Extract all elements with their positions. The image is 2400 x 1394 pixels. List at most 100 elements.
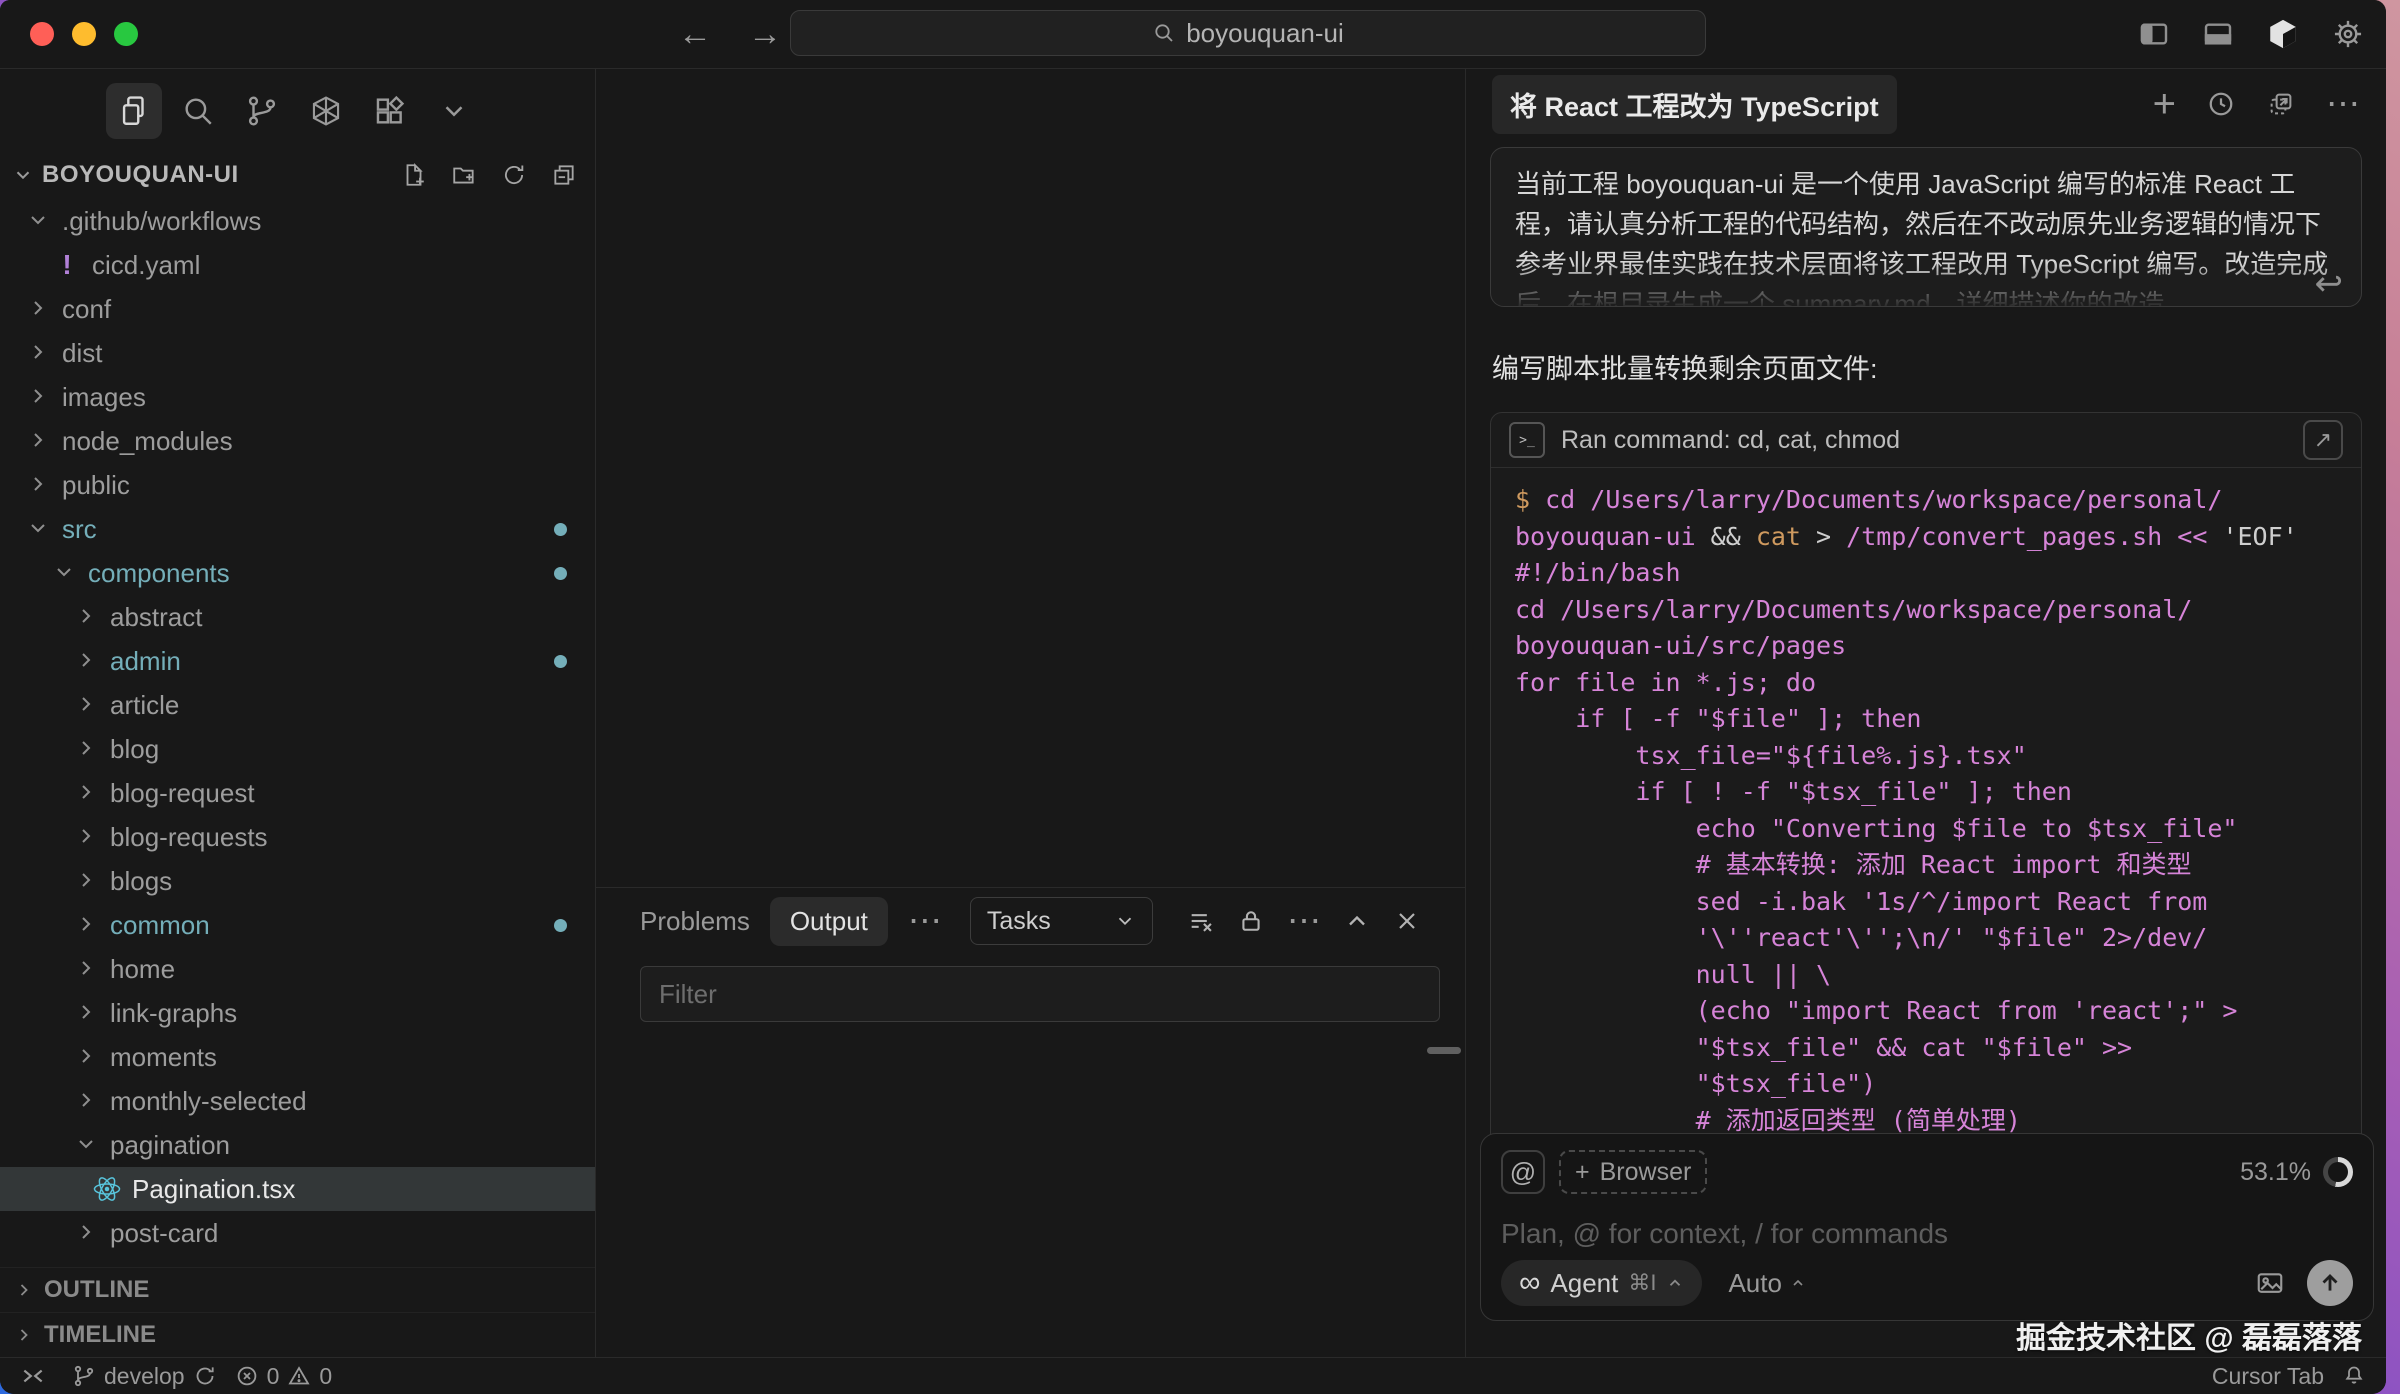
panel-more-icon[interactable]: ⋯	[1287, 904, 1321, 938]
tree-item-blog-request[interactable]: blog-request	[0, 771, 595, 815]
tree-item-admin[interactable]: admin	[0, 639, 595, 683]
more-panel-tabs-icon[interactable]: ⋯	[908, 904, 942, 938]
restore-checkpoint-icon[interactable]: ↩	[2315, 264, 2344, 304]
tree-item-public[interactable]: public	[0, 463, 595, 507]
tab-problems[interactable]: Problems	[640, 906, 750, 937]
attach-image-icon[interactable]	[2255, 1268, 2285, 1298]
project-name: boyouquan-ui	[1186, 18, 1344, 49]
react-file-icon	[92, 1174, 122, 1204]
window-controls	[30, 22, 138, 46]
cube-view-icon[interactable]	[298, 83, 354, 139]
editor-area[interactable]	[596, 69, 1465, 887]
command-center[interactable]: boyouquan-ui	[790, 10, 1706, 56]
more-views-icon[interactable]	[426, 83, 482, 139]
user-message-bubble[interactable]: 当前工程 boyouquan-ui 是一个使用 JavaScript 编写的标准…	[1490, 147, 2362, 307]
sidebar-section-timeline[interactable]: TIMELINE	[0, 1312, 595, 1357]
ran-command-block: >_ Ran command: cd, cat, chmod ↗ $ cd /U…	[1490, 412, 2362, 1148]
browser-context-chip[interactable]: + Browser	[1559, 1150, 1707, 1194]
refresh-icon[interactable]	[501, 162, 527, 188]
cursor-logo-icon[interactable]	[2266, 17, 2300, 51]
code-line: boyouquan-ui && cat > /tmp/convert_pages…	[1515, 519, 2337, 556]
chevron-right-icon	[26, 340, 52, 366]
explorer-view-icon[interactable]	[106, 83, 162, 139]
tree-item-node-modules[interactable]: node_modules	[0, 419, 595, 463]
tree-item-blog[interactable]: blog	[0, 727, 595, 771]
cursor-tab-status[interactable]: Cursor Tab	[2212, 1363, 2324, 1390]
forward-icon[interactable]: →	[748, 15, 782, 54]
zoom-window-button[interactable]	[114, 22, 138, 46]
chevron-right-icon	[26, 472, 52, 498]
open-in-terminal-icon[interactable]: ↗	[2303, 420, 2343, 460]
yaml-file-icon: !	[52, 250, 82, 280]
tree-item-monthly-selected[interactable]: monthly-selected	[0, 1079, 595, 1123]
search-view-icon[interactable]	[170, 83, 226, 139]
tree-item-dist[interactable]: dist	[0, 331, 595, 375]
tree-item-blogs[interactable]: blogs	[0, 859, 595, 903]
output-channel-value: Tasks	[987, 907, 1051, 936]
close-panel-icon[interactable]	[1393, 907, 1421, 935]
problems-status[interactable]: 0 0	[235, 1363, 333, 1390]
tree-item-link-graphs[interactable]: link-graphs	[0, 991, 595, 1035]
chat-tab-title[interactable]: 将 React 工程改为 TypeScript	[1492, 75, 1897, 134]
add-context-button[interactable]: @	[1501, 1150, 1545, 1194]
chevron-right-icon	[74, 1044, 100, 1070]
tree-item-article[interactable]: article	[0, 683, 595, 727]
chat-history-icon[interactable]	[2206, 89, 2236, 119]
lock-icon[interactable]	[1237, 907, 1265, 935]
output-filter-input[interactable]	[640, 966, 1440, 1022]
chat-input-box[interactable]: @ + Browser 53.1% Plan, @ for context, /…	[1480, 1133, 2374, 1321]
source-control-icon[interactable]	[234, 83, 290, 139]
chat-input-placeholder[interactable]: Plan, @ for context, / for commands	[1501, 1218, 2353, 1250]
tree-item-abstract[interactable]: abstract	[0, 595, 595, 639]
chevron-right-icon	[74, 912, 100, 938]
command-output[interactable]: $ cd /Users/larry/Documents/workspace/pe…	[1491, 468, 2361, 1147]
tree-item-pagination-tsx[interactable]: Pagination.tsx	[0, 1167, 595, 1211]
clear-output-icon[interactable]	[1187, 907, 1215, 935]
tree-item-post-card[interactable]: post-card	[0, 1211, 595, 1255]
tree-item-images[interactable]: images	[0, 375, 595, 419]
git-branch-status[interactable]: develop	[72, 1363, 217, 1390]
chevron-right-icon	[74, 780, 100, 806]
extensions-view-icon[interactable]	[362, 83, 418, 139]
arrow-up-icon	[2317, 1270, 2343, 1296]
warning-icon	[287, 1364, 311, 1388]
back-icon[interactable]: ←	[678, 15, 712, 54]
tree-item--github-workflows[interactable]: .github/workflows	[0, 199, 595, 243]
toggle-panel-icon[interactable]	[2202, 18, 2234, 50]
new-chat-icon[interactable]: +	[2153, 84, 2176, 124]
toggle-sidebar-icon[interactable]	[2138, 18, 2170, 50]
tab-output[interactable]: Output	[770, 897, 888, 946]
send-button[interactable]	[2307, 1260, 2353, 1306]
sidebar-section-outline[interactable]: OUTLINE	[0, 1267, 595, 1312]
explorer-section-header[interactable]: BOYOUQUAN-UI	[0, 153, 595, 197]
code-line: if [ ! -f "$tsx_file" ]; then	[1515, 774, 2337, 811]
tree-item-sponsor[interactable]: sponsor	[0, 1255, 595, 1267]
tree-item-common[interactable]: common	[0, 903, 595, 947]
chevron-right-icon	[74, 1000, 100, 1026]
tree-item-src[interactable]: src	[0, 507, 595, 551]
remote-indicator[interactable]	[20, 1363, 46, 1389]
settings-gear-icon[interactable]	[2332, 18, 2364, 50]
tree-item-components[interactable]: components	[0, 551, 595, 595]
new-folder-icon[interactable]	[451, 162, 477, 188]
tree-item-conf[interactable]: conf	[0, 287, 595, 331]
notifications-bell-icon[interactable]	[2342, 1364, 2366, 1388]
open-chat-in-editor-icon[interactable]	[2266, 89, 2296, 119]
chat-more-icon[interactable]: ⋯	[2326, 87, 2360, 121]
agent-mode-select[interactable]: ∞ Agent ⌘I	[1501, 1260, 1702, 1306]
context-usage-ring	[2323, 1157, 2353, 1187]
tree-item-moments[interactable]: moments	[0, 1035, 595, 1079]
chevron-right-icon	[74, 648, 100, 674]
tree-item-pagination[interactable]: pagination	[0, 1123, 595, 1167]
minimize-window-button[interactable]	[72, 22, 96, 46]
model-select[interactable]: Auto	[1728, 1268, 1806, 1299]
close-window-button[interactable]	[30, 22, 54, 46]
tree-item-cicd-yaml[interactable]: !cicd.yaml	[0, 243, 595, 287]
collapse-folders-icon[interactable]	[551, 162, 577, 188]
new-file-icon[interactable]	[401, 162, 427, 188]
panel-resize-handle[interactable]	[1427, 1047, 1461, 1054]
tree-item-blog-requests[interactable]: blog-requests	[0, 815, 595, 859]
maximize-panel-icon[interactable]	[1343, 907, 1371, 935]
tree-item-home[interactable]: home	[0, 947, 595, 991]
output-channel-select[interactable]: Tasks	[970, 897, 1153, 945]
